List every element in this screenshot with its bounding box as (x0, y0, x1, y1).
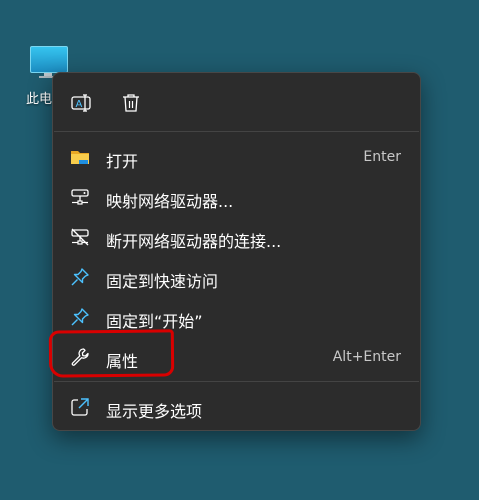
disconnect-drive-icon (71, 228, 89, 246)
pin-icon (71, 308, 89, 326)
rename-icon: A (71, 94, 91, 112)
monitor-icon (30, 46, 68, 73)
menu-item-label: 打开 (106, 152, 139, 171)
more-options-icon (71, 398, 89, 416)
folder-icon (71, 151, 89, 164)
context-menu-toolbar: A (53, 73, 420, 131)
menu-item-label: 固定到快速访问 (106, 272, 219, 291)
pin-icon (71, 268, 89, 286)
trash-icon (123, 94, 139, 112)
menu-item-label: 固定到“开始” (106, 312, 203, 331)
annotation-highlight-box (48, 329, 175, 378)
desktop-icon-label: 此电 (26, 92, 53, 107)
context-menu: A 打开 Enter 映射网络驱动器... 断开网络驱动器的连接... 固定到快… (52, 72, 421, 431)
menu-item-shortcut: Alt+Enter (332, 349, 401, 365)
menu-item-label: 显示更多选项 (106, 402, 203, 421)
svg-text:A: A (76, 99, 83, 110)
menu-item-open[interactable]: 打开 Enter (58, 139, 415, 175)
delete-button[interactable] (115, 87, 147, 119)
menu-item-disconnect-network-drive[interactable]: 断开网络驱动器的连接... (58, 219, 415, 255)
rename-button[interactable]: A (65, 87, 97, 119)
menu-separator (54, 131, 419, 132)
menu-item-show-more-options[interactable]: 显示更多选项 (58, 389, 415, 425)
menu-separator (54, 381, 419, 382)
menu-item-label: 映射网络驱动器... (106, 192, 234, 211)
menu-item-shortcut: Enter (363, 149, 401, 165)
menu-item-pin-quick-access[interactable]: 固定到快速访问 (58, 259, 415, 295)
network-drive-icon (71, 189, 89, 205)
menu-item-label: 断开网络驱动器的连接... (106, 232, 282, 251)
menu-item-map-network-drive[interactable]: 映射网络驱动器... (58, 179, 415, 215)
